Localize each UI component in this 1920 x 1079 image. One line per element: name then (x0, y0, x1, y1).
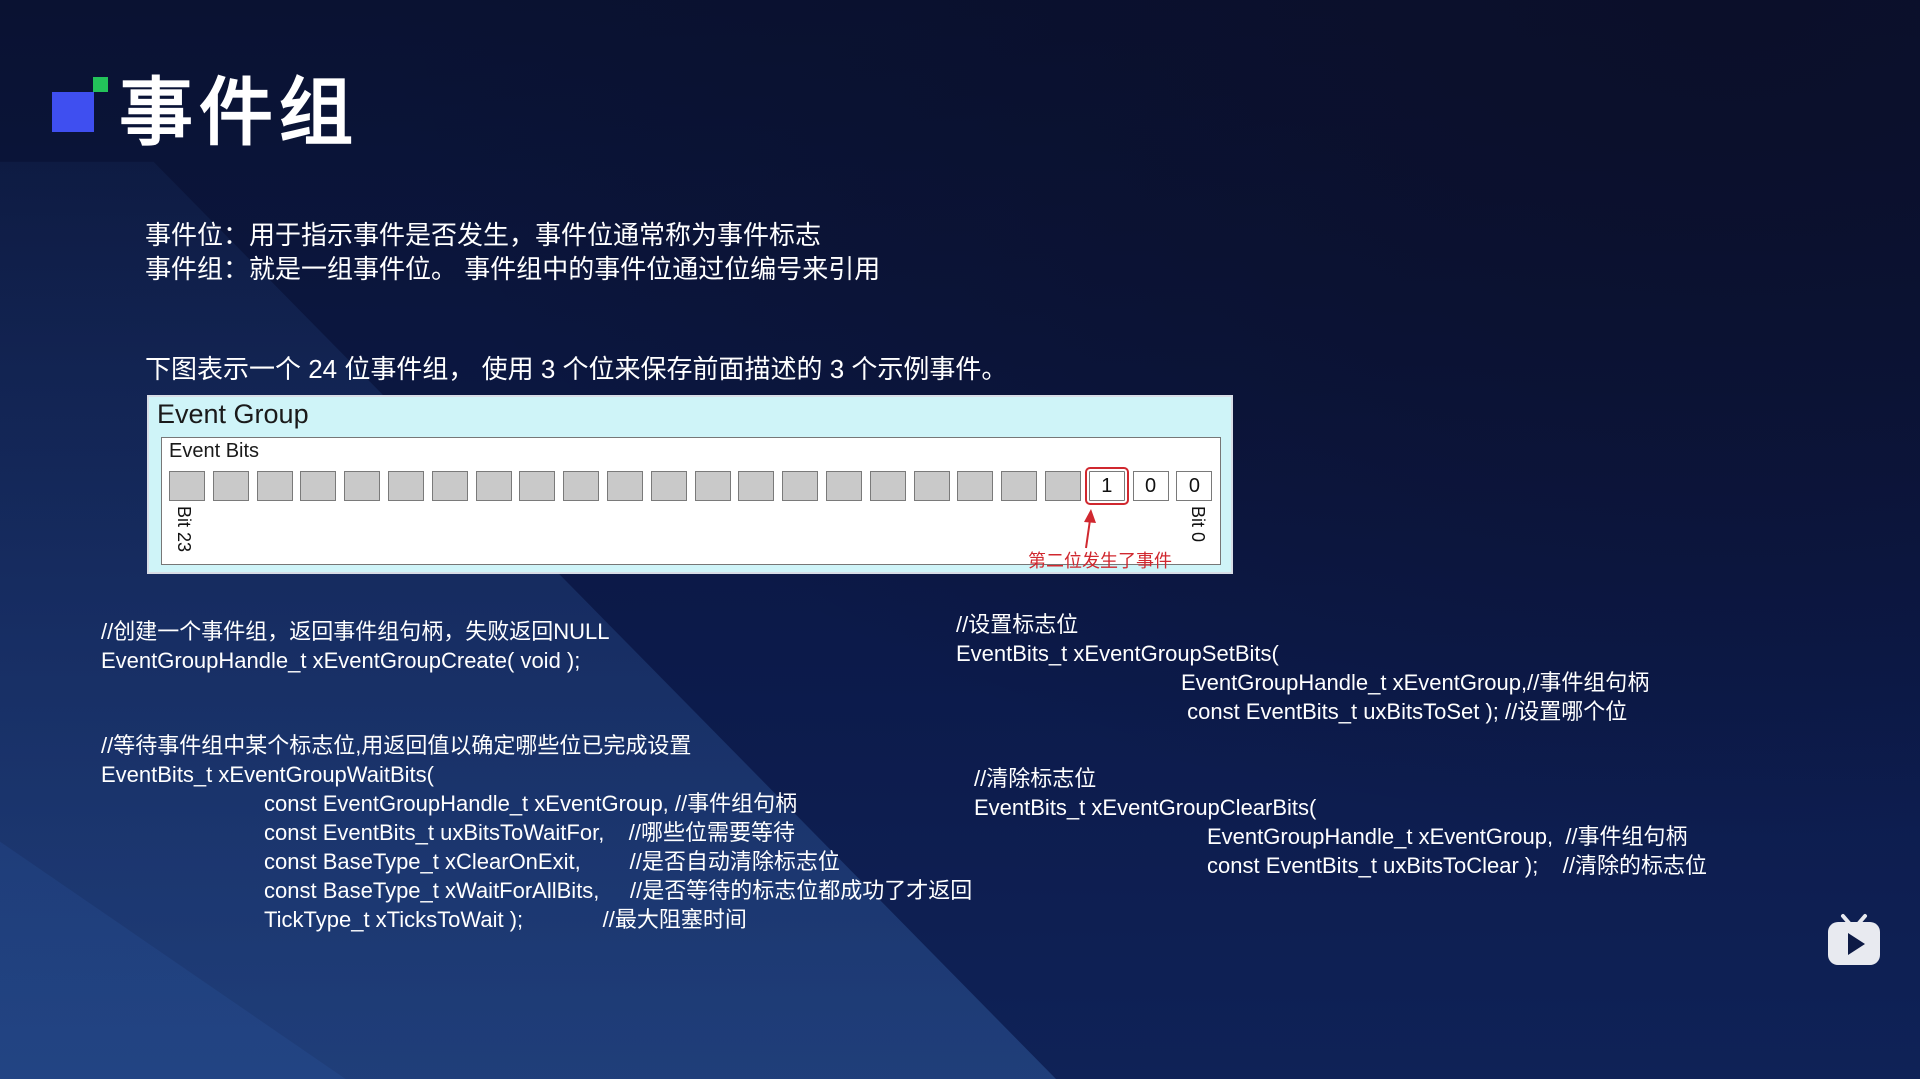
wait-param-wait-for-all: const BaseType_t xWaitForAllBits, //是否等待… (264, 878, 973, 903)
event-bit-23 (169, 471, 205, 501)
clear-declaration: EventBits_t xEventGroupClearBits( (974, 795, 1317, 820)
title-logo-accent (93, 77, 108, 92)
event-bit-5 (957, 471, 994, 501)
event-group-diagram: Event Group Event Bits Bit 23 Bit 0 第二位发… (147, 395, 1233, 574)
event-bit-8 (826, 471, 862, 501)
event-bit-0: 0 (1176, 471, 1213, 501)
page-title: 事件组 (119, 71, 359, 154)
event-bits-panel: Event Bits Bit 23 Bit 0 第二位发生了事件 100 (161, 437, 1221, 571)
event-bit-20 (300, 471, 337, 501)
event-bit-11 (694, 471, 731, 501)
clear-comment: //清除标志位 (974, 766, 1097, 791)
event-bit-10 (738, 471, 775, 501)
event-bit-16 (475, 471, 512, 501)
event-bit-definition: 事件位：用于指示事件是否发生，事件位通常称为事件标志 (145, 220, 822, 250)
title-logo-square (52, 92, 94, 132)
event-bit-2: 1 (1084, 467, 1129, 505)
create-comment: //创建一个事件组，返回事件组句柄，失败返回NULL (101, 619, 610, 644)
event-bit-18 (388, 471, 424, 501)
event-bit-4 (1001, 471, 1038, 501)
set-declaration: EventBits_t xEventGroupSetBits( (956, 641, 1279, 666)
event-bit-21 (256, 471, 293, 501)
event-group-definition: 事件组：就是一组事件位。 事件组中的事件位通过位编号来引用 (145, 254, 881, 284)
bilibili-tv-icon (1828, 914, 1880, 965)
event-bit-3 (1045, 471, 1081, 501)
clear-param-bits-to-clear: const EventBits_t uxBitsToClear ); //清除的… (1207, 853, 1708, 878)
event-bit-12 (650, 471, 687, 501)
event-bit-14 (563, 471, 600, 501)
set-comment: //设置标志位 (956, 612, 1079, 637)
event-bits-label: Event Bits (169, 440, 260, 462)
wait-declaration: EventBits_t xEventGroupWaitBits( (101, 762, 434, 787)
event-group-label: Event Group (157, 399, 309, 429)
clear-param-event-group: EventGroupHandle_t xEventGroup, //事件组句柄 (1207, 824, 1688, 849)
event-bit-7 (869, 471, 906, 501)
wait-param-ticks-to-wait: TickType_t xTicksToWait ); //最大阻塞时间 (264, 907, 747, 932)
event-bit-15 (519, 471, 556, 501)
event-bit-19 (344, 471, 381, 501)
event-bit-22 (212, 471, 249, 501)
wait-param-bits-to-wait: const EventBits_t uxBitsToWaitFor, //哪些位… (264, 820, 795, 845)
set-param-bits-to-set: const EventBits_t uxBitsToSet ); //设置哪个位 (1181, 699, 1628, 724)
bit-event-annotation: 第二位发生了事件 (1028, 551, 1172, 571)
wait-param-clear-on-exit: const BaseType_t xClearOnExit, //是否自动清除标… (264, 849, 840, 874)
wait-param-event-group: const EventGroupHandle_t xEventGroup, //… (264, 791, 798, 816)
event-bit-13 (607, 471, 643, 501)
diagram-caption: 下图表示一个 24 位事件组， 使用 3 个位来保存前面描述的 3 个示例事件。 (145, 354, 1008, 384)
create-declaration: EventGroupHandle_t xEventGroupCreate( vo… (101, 648, 581, 673)
bit23-label: Bit 23 (174, 506, 194, 553)
set-param-event-group: EventGroupHandle_t xEventGroup,//事件组句柄 (1181, 670, 1650, 695)
event-bit-9 (782, 471, 819, 501)
bit0-label: Bit 0 (1188, 506, 1208, 543)
event-bit-17 (431, 471, 468, 501)
wait-comment: //等待事件组中某个标志位,用返回值以确定哪些位已完成设置 (101, 733, 692, 758)
event-bit-6 (913, 471, 950, 501)
event-bit-1: 0 (1132, 471, 1169, 501)
